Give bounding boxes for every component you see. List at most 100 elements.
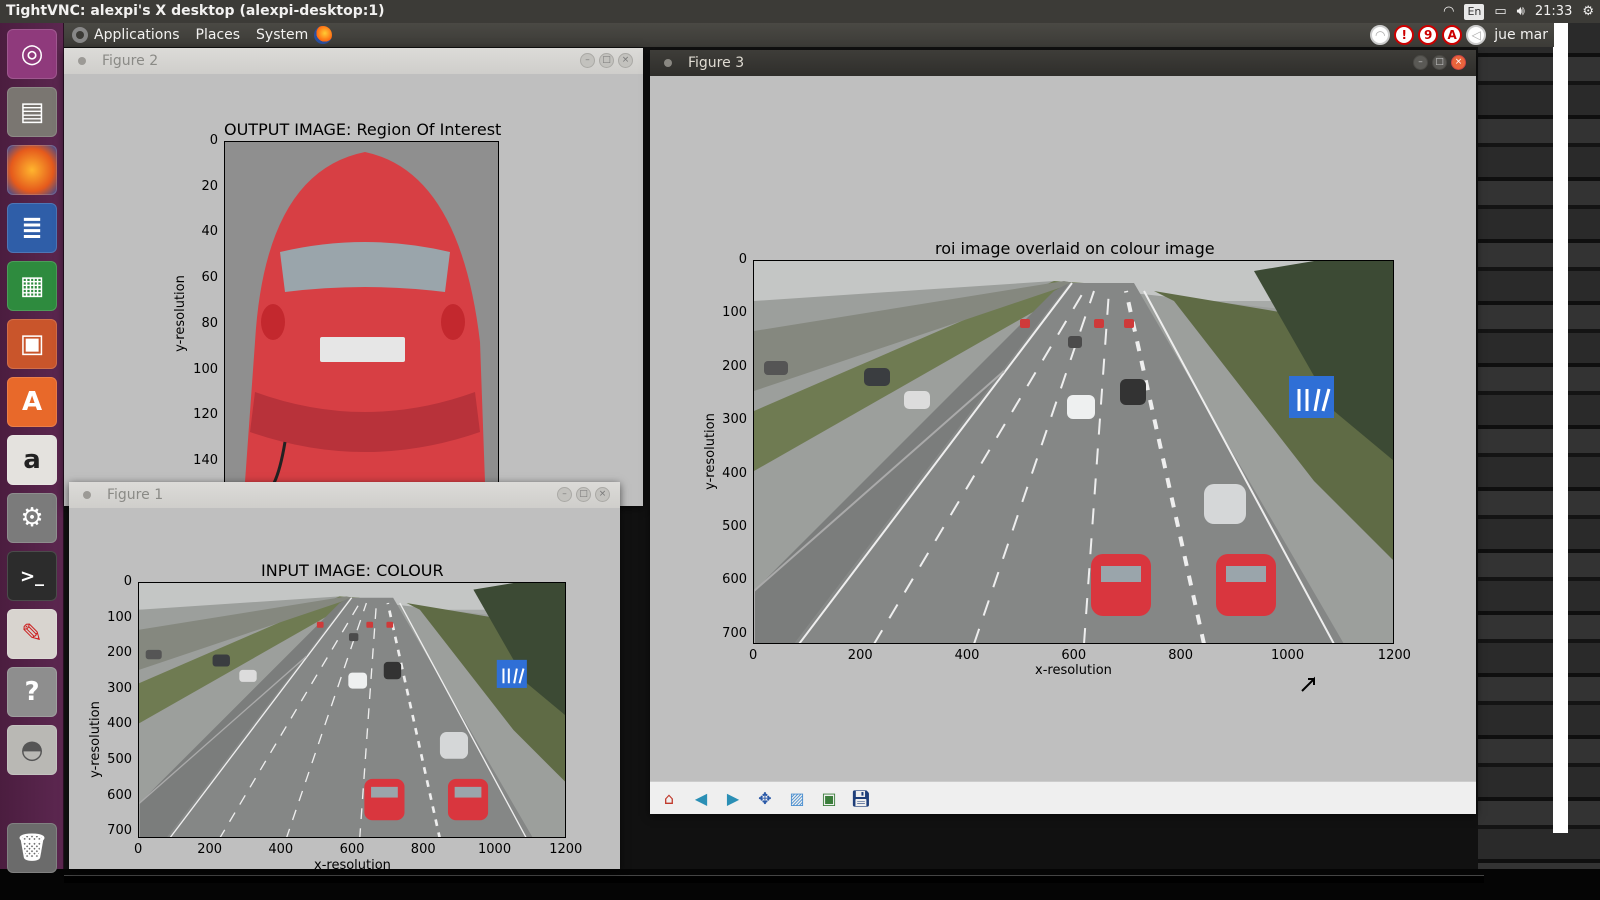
matplotlib-toolbar: ⌂ ◀ ▶ ✥ ▨ ▣ 💾︎	[650, 781, 1476, 814]
figure-3-x-label: x-resolution	[1035, 663, 1112, 678]
applications-menu[interactable]: Applications	[64, 27, 188, 43]
menu-applications-label: Applications	[94, 27, 180, 43]
figure2-y-tick-label: 100	[193, 361, 218, 377]
figure-1-axes[interactable]	[138, 582, 566, 838]
figure3-y-tick-label: 200	[722, 358, 747, 374]
vnc-window-title: TightVNC: alexpi's X desktop (alexpi-des…	[6, 3, 385, 19]
figure-2-axes[interactable]	[224, 141, 499, 484]
home-icon[interactable]: ⌂	[656, 785, 682, 811]
figure3-y-tick-label: 300	[722, 412, 747, 428]
figure-3-window[interactable]: Figure 3 – □ × roi image overlaid on col…	[650, 50, 1476, 814]
figure3-x-tick-label: 200	[847, 648, 873, 663]
figure3-x-tick-label: 0	[749, 648, 758, 663]
keyboard-layout-indicator[interactable]: En	[1464, 3, 1485, 20]
close-button[interactable]: ×	[1451, 55, 1466, 70]
figure3-x-tick-label: 600	[1061, 648, 1087, 663]
figure2-y-tick-label: 60	[201, 270, 218, 286]
back-icon[interactable]: ◀	[688, 785, 714, 811]
writer-icon[interactable]: ≣	[7, 203, 57, 253]
figure3-x-tick-label: 1000	[1271, 648, 1305, 663]
network-icon[interactable]: ◠	[1370, 25, 1391, 45]
figure-3-plot-title: roi image overlaid on colour image	[935, 239, 1215, 258]
minimize-button[interactable]: –	[557, 487, 572, 502]
maximize-button[interactable]: □	[599, 53, 614, 68]
unity-launcher: ◎ ▤ ≣ ▦ ▣ A a ⚙ >_ ✎ ? ◓ 🗑︎	[0, 23, 64, 873]
figure1-y-tick-label: 500	[107, 752, 132, 767]
figure-1-window[interactable]: Figure 1 – □ × INPUT IMAGE: COLOUR 0 100 2…	[69, 482, 620, 873]
places-menu[interactable]: Places	[188, 27, 249, 43]
figure2-y-tick-label: 120	[193, 407, 218, 423]
sound-icon[interactable]: ◁	[1466, 25, 1487, 45]
figure1-x-tick-label: 1200	[549, 842, 583, 857]
update-badge[interactable]: !	[1394, 25, 1415, 45]
window-menu-icon[interactable]	[78, 57, 86, 65]
pan-icon[interactable]: ✥	[752, 785, 778, 811]
software-center-icon[interactable]: A	[7, 377, 57, 427]
figure2-y-tick-label: 80	[201, 315, 218, 331]
menu-places-label: Places	[195, 27, 241, 43]
figure3-x-tick-label: 800	[1168, 648, 1194, 663]
save-icon[interactable]: 💾︎	[848, 785, 874, 811]
disk-icon[interactable]: ◓	[7, 725, 57, 775]
figure1-x-tick-label: 600	[339, 842, 365, 857]
figure-2-title: Figure 2	[102, 53, 159, 69]
clock[interactable]: 21:33	[1535, 0, 1572, 23]
notification-badge[interactable]: 9	[1418, 25, 1439, 45]
firefox-icon[interactable]	[314, 26, 333, 44]
figure-3-titlebar[interactable]: Figure 3 – □ ×	[650, 50, 1476, 76]
figure2-y-tick-label: 0	[209, 133, 218, 148]
desktop-background	[1478, 23, 1600, 900]
figure1-y-tick-label: 700	[107, 823, 132, 839]
minimize-button[interactable]: –	[1413, 55, 1428, 70]
minimize-button[interactable]: –	[580, 53, 595, 68]
figure1-y-tick-label: 200	[107, 645, 132, 661]
document-viewer-icon[interactable]: ✎	[7, 609, 57, 659]
forward-icon[interactable]: ▶	[720, 785, 746, 811]
battery-icon[interactable]: ▭	[1494, 0, 1506, 23]
figure-2-titlebar[interactable]: Figure 2 – □ ×	[64, 48, 643, 74]
files-icon[interactable]: ▤	[7, 87, 57, 137]
figure1-x-tick-label: 0	[134, 842, 143, 857]
amazon-icon[interactable]: a	[7, 435, 57, 485]
help-icon[interactable]: ?	[7, 667, 57, 717]
close-button[interactable]: ×	[618, 53, 633, 68]
figure3-y-tick-label: 500	[722, 519, 747, 534]
figure-1-titlebar[interactable]: Figure 1 – □ ×	[69, 482, 620, 508]
close-button[interactable]: ×	[595, 487, 610, 502]
dash-home-icon[interactable]: ◎	[7, 29, 57, 79]
figure2-y-tick-label: 140	[193, 452, 218, 468]
impress-icon[interactable]: ▣	[7, 319, 57, 369]
window-menu-icon[interactable]	[664, 59, 672, 67]
trash-icon[interactable]: 🗑︎	[7, 823, 57, 873]
firefox-launcher-icon[interactable]	[7, 145, 57, 195]
volume-icon[interactable]: 🔊︎	[1517, 0, 1525, 23]
figure3-x-tick-label: 400	[954, 648, 980, 663]
terminal-icon[interactable]: >_	[7, 551, 57, 601]
figure-2-window[interactable]: Figure 2 – □ × OUTPUT IMAGE: Region Of I…	[64, 48, 643, 506]
zoom-icon[interactable]: ▨	[784, 785, 810, 811]
wifi-icon[interactable]: ◠	[1443, 0, 1454, 23]
calc-icon[interactable]: ▦	[7, 261, 57, 311]
bottom-panel-bar	[64, 875, 1484, 883]
desktop-edge	[1553, 23, 1568, 833]
figure1-x-tick-label: 400	[268, 842, 294, 857]
gnome-logo-icon	[72, 27, 88, 43]
figure-1-title: Figure 1	[107, 487, 164, 503]
figure-3-axes[interactable]	[753, 260, 1394, 644]
settings-icon[interactable]: ⚙	[7, 493, 57, 543]
system-tray: ◠ En ▭ 🔊︎ 21:33 ⚙	[1443, 0, 1600, 23]
maximize-button[interactable]: □	[1432, 55, 1447, 70]
window-menu-icon[interactable]	[83, 491, 91, 499]
system-menu[interactable]: System	[248, 26, 340, 44]
figure3-y-tick-label: 0	[738, 252, 747, 267]
panel-date[interactable]: jue mar	[1494, 27, 1548, 43]
figure1-y-tick-label: 400	[107, 716, 132, 732]
software-badge[interactable]: A	[1442, 25, 1463, 45]
figure-1-x-label: x-resolution	[314, 858, 391, 873]
maximize-button[interactable]: □	[576, 487, 591, 502]
gear-icon[interactable]: ⚙	[1582, 0, 1594, 23]
figure-1-y-label: y-resolution	[87, 701, 103, 778]
vnc-title-bar: TightVNC: alexpi's X desktop (alexpi-des…	[0, 0, 1600, 23]
bottom-panel	[0, 869, 1600, 900]
subplots-icon[interactable]: ▣	[816, 785, 842, 811]
